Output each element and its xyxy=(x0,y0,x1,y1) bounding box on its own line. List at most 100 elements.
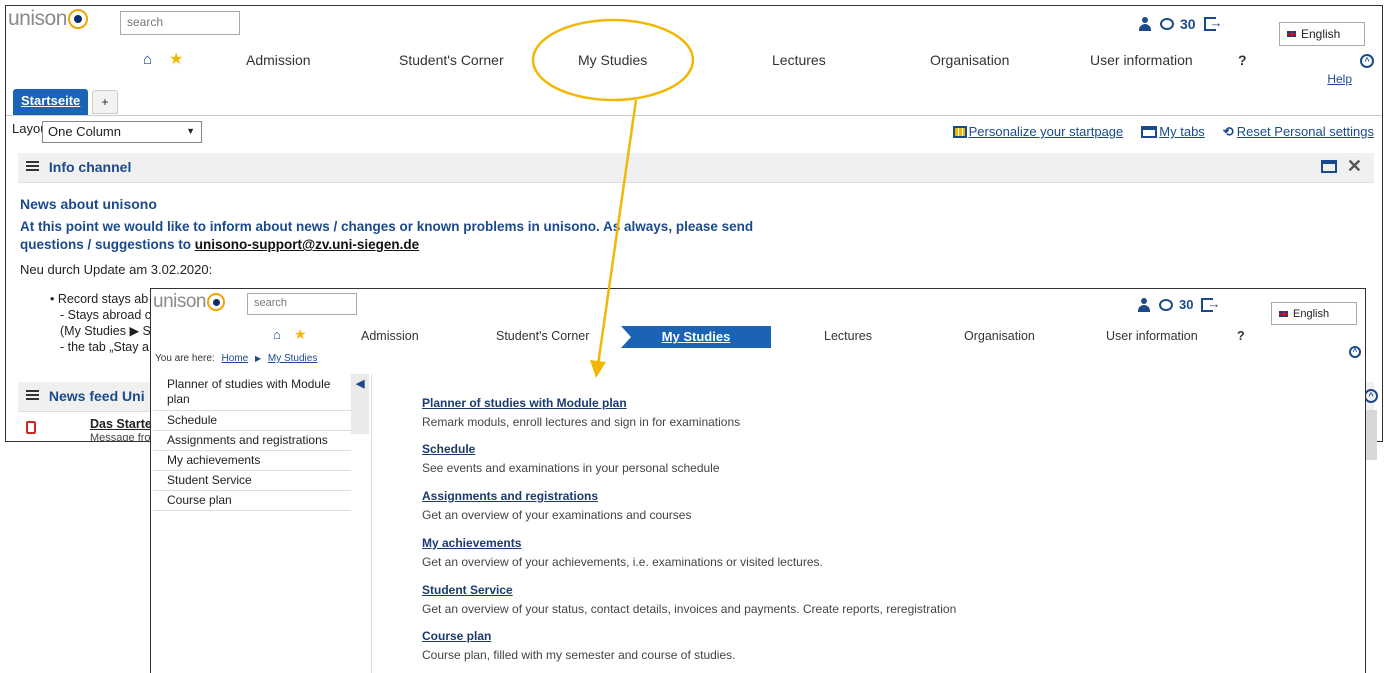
favorites-star-icon[interactable]: ★ xyxy=(294,326,307,343)
nav-my-studies[interactable]: My Studies xyxy=(578,52,647,68)
nav-organisation[interactable]: Organisation xyxy=(930,52,1009,68)
support-email-link[interactable]: unisono-support@zv.uni-siegen.de xyxy=(195,237,419,252)
help-link[interactable]: Help xyxy=(1327,72,1352,86)
layout-select[interactable]: One Column ▼ xyxy=(42,121,202,143)
sidebar-item-student-service[interactable]: Student Service xyxy=(153,471,351,491)
language-select[interactable]: English xyxy=(1271,302,1357,325)
message-count[interactable]: 30 xyxy=(1179,297,1193,312)
divider xyxy=(371,374,372,673)
sidebar: Planner of studies with Module plan Sche… xyxy=(153,374,351,511)
add-tab-button[interactable]: + xyxy=(92,90,118,114)
breadcrumb-my-studies[interactable]: My Studies xyxy=(268,353,317,364)
nav-lectures[interactable]: Lectures xyxy=(772,52,826,68)
entry-desc: Remark moduls, enroll lectures and sign … xyxy=(422,415,741,429)
language-select[interactable]: English xyxy=(1279,22,1365,46)
breadcrumb-home[interactable]: Home xyxy=(221,353,248,364)
scrollbar[interactable] xyxy=(1366,410,1377,460)
tab-startseite[interactable]: Startseite xyxy=(13,89,89,115)
nav-organisation[interactable]: Organisation xyxy=(964,329,1035,343)
nav-admission[interactable]: Admission xyxy=(246,52,311,68)
collapse-up-icon[interactable]: ^ xyxy=(1360,54,1374,68)
entry-title-link[interactable]: Course plan xyxy=(422,629,735,643)
favorites-star-icon[interactable]: ★ xyxy=(169,49,183,69)
startpage-tools: Personalize your startpage My tabs ⟲ Rese… xyxy=(952,124,1374,140)
entry-title-link[interactable]: My achievements xyxy=(422,536,823,550)
search-input[interactable]: search xyxy=(247,293,357,315)
entry-title-link[interactable]: Assignments and registrations xyxy=(422,489,691,503)
uk-flag-icon xyxy=(1286,30,1297,38)
home-icon[interactable]: ⌂ xyxy=(273,327,281,342)
entry-student-service: Student Service Get an overview of your … xyxy=(422,583,956,616)
chevron-left-icon[interactable]: ◀ xyxy=(356,377,364,390)
update-bullets: • Record stays ab - Stays abroad c (My S… xyxy=(50,291,151,355)
maximize-icon[interactable] xyxy=(1320,159,1337,173)
news-feed-item-sub: Message fror xyxy=(90,432,155,442)
breadcrumb: You are here: Home ▶ My Studies xyxy=(155,353,318,364)
sidebar-item-course-plan[interactable]: Course plan xyxy=(153,491,351,511)
reset-settings-link[interactable]: ⟲ Reset Personal settings xyxy=(1223,124,1374,140)
sidebar-item-planner[interactable]: Planner of studies with Module plan xyxy=(153,374,351,411)
entry-schedule: Schedule See events and examinations in … xyxy=(422,442,720,475)
tabs-icon xyxy=(1141,126,1158,138)
search-input[interactable]: search xyxy=(120,11,240,35)
entry-course-plan: Course plan Course plan, filled with my … xyxy=(422,629,735,662)
panel-controls: ✕ xyxy=(1320,157,1362,175)
nav-admission[interactable]: Admission xyxy=(361,329,419,343)
nav-user-information[interactable]: User information xyxy=(1106,329,1198,343)
bullet-item: - the tab „Stay a xyxy=(60,340,149,354)
chevron-right-icon: ▶ xyxy=(254,354,262,363)
messages-icon[interactable] xyxy=(1159,298,1173,311)
entry-planner: Planner of studies with Module plan Rema… xyxy=(422,396,740,429)
user-icon[interactable] xyxy=(1137,297,1151,312)
entry-achievements: My achievements Get an overview of your … xyxy=(422,536,823,569)
entry-desc: Get an overview of your status, contact … xyxy=(422,602,957,616)
entry-desc: Get an overview of your achievements, i.… xyxy=(422,555,823,569)
tab-bar: Startseite + xyxy=(6,86,1382,116)
uk-flag-icon xyxy=(1278,309,1289,318)
personalize-link[interactable]: Personalize your startpage xyxy=(952,124,1123,140)
top-icons: 30 xyxy=(1138,15,1223,32)
messages-icon[interactable] xyxy=(1160,18,1174,30)
document-icon xyxy=(26,421,36,434)
entry-title-link[interactable]: Student Service xyxy=(422,583,956,597)
entry-desc: Course plan, filled with my semester and… xyxy=(422,648,736,662)
message-count[interactable]: 30 xyxy=(1180,16,1196,32)
news-title: News about unisono xyxy=(20,196,157,212)
collapse-up-icon[interactable]: ^ xyxy=(1349,346,1361,358)
nav-user-information[interactable]: User information xyxy=(1090,52,1193,68)
nav-students-corner[interactable]: Student's Corner xyxy=(496,329,589,343)
home-icon[interactable]: ⌂ xyxy=(143,51,152,68)
close-icon[interactable]: ✕ xyxy=(1347,157,1362,175)
top-icons: 30 xyxy=(1137,296,1220,312)
sidebar-item-achievements[interactable]: My achievements xyxy=(153,451,351,471)
user-icon[interactable] xyxy=(1138,17,1152,31)
entry-title-link[interactable]: Schedule xyxy=(422,442,720,456)
nav-help-question[interactable]: ? xyxy=(1237,329,1245,343)
logout-icon[interactable] xyxy=(1201,296,1220,312)
info-channel-header: Info channel ✕ xyxy=(18,153,1374,183)
entry-assignments: Assignments and registrations Get an ove… xyxy=(422,489,691,522)
entry-desc: Get an overview of your examinations and… xyxy=(422,508,692,522)
sidebar-collapse-strip[interactable]: ◀ xyxy=(351,374,369,434)
unisono-logo[interactable]: unison xyxy=(8,7,88,31)
collapse-up-icon[interactable]: ^ xyxy=(1364,389,1378,403)
bullet-item: • Record stays ab xyxy=(50,292,149,306)
nav-help-question[interactable]: ? xyxy=(1238,52,1247,68)
news-text: At this point we would like to inform ab… xyxy=(20,219,754,252)
news-feed-item-link[interactable]: Das Starte xyxy=(90,417,152,431)
menu-icon[interactable] xyxy=(26,161,39,171)
sidebar-item-schedule[interactable]: Schedule xyxy=(153,411,351,431)
front-window: unison search 30 English ⌂ ★ Admission S… xyxy=(150,288,1366,673)
nav-lectures[interactable]: Lectures xyxy=(824,329,872,343)
nav-my-studies-active[interactable]: My Studies xyxy=(621,326,771,348)
nav-students-corner[interactable]: Student's Corner xyxy=(399,52,504,68)
sidebar-item-assignments[interactable]: Assignments and registrations xyxy=(153,431,351,451)
bullet-item: (My Studies ▶ S xyxy=(60,324,151,338)
my-tabs-link[interactable]: My tabs xyxy=(1141,124,1205,140)
update-line: Neu durch Update am 3.02.2020: xyxy=(20,262,213,277)
entry-desc: See events and examinations in your pers… xyxy=(422,461,720,475)
unisono-logo[interactable]: unison xyxy=(153,291,225,313)
menu-icon[interactable] xyxy=(26,390,39,400)
entry-title-link[interactable]: Planner of studies with Module plan xyxy=(422,396,740,410)
logout-icon[interactable] xyxy=(1203,15,1223,31)
